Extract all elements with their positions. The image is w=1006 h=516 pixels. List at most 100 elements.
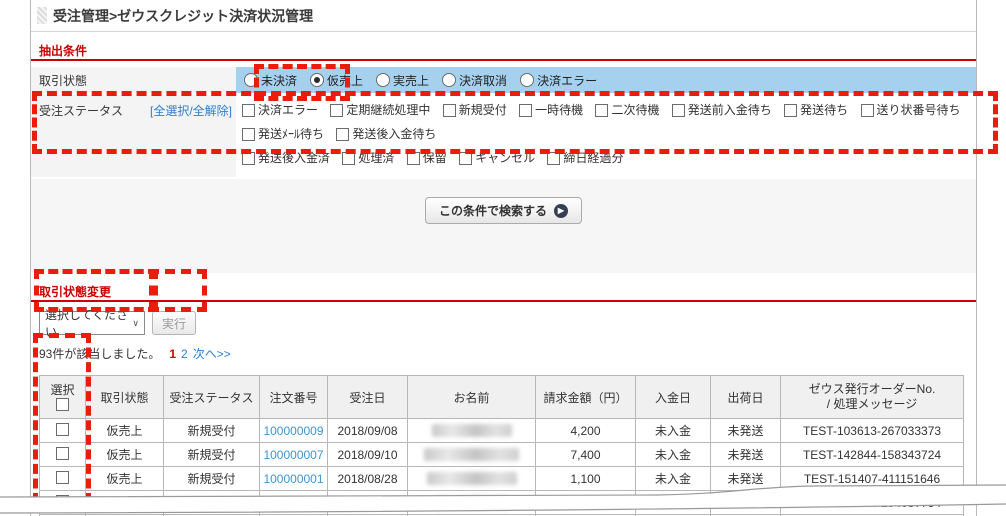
- select-all-checkbox[interactable]: [56, 397, 69, 411]
- checkbox-settlement-error[interactable]: 決済エラー: [242, 100, 318, 121]
- page-title-icon: [37, 7, 47, 24]
- checkbox-icon[interactable]: [784, 104, 798, 117]
- radio-actual-sales[interactable]: 実売上: [376, 72, 429, 89]
- checkbox-icon[interactable]: [860, 104, 874, 117]
- status-change-select[interactable]: 選択してください ∨: [39, 308, 145, 339]
- cell-payment-date: 未入金: [635, 418, 711, 443]
- checkbox-icon[interactable]: [547, 152, 561, 165]
- radio-unsettled[interactable]: 未決済: [244, 72, 297, 89]
- chevron-down-icon: ∨: [132, 317, 139, 328]
- section-divider: [31, 59, 976, 61]
- radio-selected-icon[interactable]: [310, 73, 325, 87]
- checkbox-recurring-processing[interactable]: 定期継続処理中: [330, 100, 430, 121]
- checkbox-icon[interactable]: [342, 152, 356, 165]
- cell-payment-date: 未入金: [635, 442, 711, 467]
- search-button-area: この条件で検索する ▶: [31, 179, 976, 273]
- checkbox-ship-wait[interactable]: 発送待ち: [784, 100, 848, 121]
- checkbox-tracking-number-wait[interactable]: 送り状番号待ち: [860, 100, 961, 121]
- row-checkbox[interactable]: [56, 446, 69, 460]
- checkbox-icon[interactable]: [406, 152, 420, 165]
- cell-order-date: 2018/09/10: [327, 442, 408, 467]
- checkbox-icon[interactable]: [459, 152, 473, 165]
- redacted-name-blur: [424, 448, 519, 461]
- content-frame: 受注管理>ゼウスクレジット決済状況管理 抽出条件 取引状態 未決済 仮売上 実売…: [30, 0, 977, 516]
- header-zeus: ゼウス発行オーダーNo. / 処理メッセージ: [780, 375, 964, 419]
- checkbox-line-2: 発送後入金済 処理済 保留 キャンセル 締日経過分: [242, 148, 976, 172]
- checkbox-icon[interactable]: [519, 104, 533, 117]
- checkbox-ship-mail-wait[interactable]: 発送ﾒｰﾙ待ち: [242, 124, 324, 145]
- table-row: 仮売上 新規受付 100000007 2018/09/10 7,400 未入金 …: [39, 442, 964, 467]
- header-transaction-status: 取引状態: [85, 375, 164, 419]
- checkbox-icon[interactable]: [595, 104, 609, 117]
- checkbox-post-ship-paid[interactable]: 発送後入金済: [242, 148, 330, 169]
- page-title: 受注管理>ゼウスクレジット決済状況管理: [53, 7, 314, 24]
- radio-icon[interactable]: [244, 73, 258, 87]
- pagination-current-page: 1: [169, 347, 177, 361]
- zeus-payment-status-page: 受注管理>ゼウスクレジット決済状況管理 抽出条件 取引状態 未決済 仮売上 実売…: [0, 0, 1006, 516]
- checkbox-icon[interactable]: [330, 104, 344, 117]
- cell-zeus-order-no: TEST-142844-158343724: [780, 442, 964, 467]
- checkbox-hold[interactable]: 保留: [406, 148, 447, 169]
- checkbox-icon[interactable]: [242, 104, 255, 117]
- checkbox-icon[interactable]: [671, 104, 685, 117]
- checkbox-icon[interactable]: [442, 104, 456, 117]
- header-name: お名前: [407, 375, 536, 419]
- order-status-row: 受注ステータス [全選択/全解除] 決済エラー 定期継続処理中 新規受付 一時待…: [31, 95, 976, 177]
- checkbox-secondary-wait[interactable]: 二次待機: [595, 100, 659, 121]
- cell-zeus-order-no: TEST-103613-267033373: [780, 418, 964, 443]
- cell-amount: 4,200: [535, 418, 636, 443]
- checkbox-processed[interactable]: 処理済: [342, 148, 394, 169]
- cell-amount: 7,400: [535, 442, 636, 467]
- order-number-link[interactable]: 100000009: [263, 424, 323, 438]
- header-select: 選択: [39, 375, 86, 419]
- select-all-clear-link[interactable]: [全選択/全解除]: [150, 102, 232, 119]
- order-status-label: 受注ステータス: [39, 104, 124, 118]
- cell-ship-date: 未発送: [710, 442, 781, 467]
- title-bar: 受注管理>ゼウスクレジット決済状況管理: [31, 0, 976, 32]
- header-order-date: 受注日: [327, 375, 408, 419]
- pagination-next-link[interactable]: 次へ>>: [193, 347, 231, 361]
- radio-icon[interactable]: [442, 73, 457, 87]
- execute-button[interactable]: 実行: [152, 311, 197, 335]
- checkbox-cancel[interactable]: キャンセル: [459, 148, 535, 169]
- header-order-status: 受注ステータス: [163, 375, 260, 419]
- row-checkbox[interactable]: [56, 422, 69, 436]
- checkbox-temporary-wait[interactable]: 一時待機: [519, 100, 583, 121]
- radio-settlement-error[interactable]: 決済エラー: [520, 72, 597, 89]
- table-row: 仮売上 新規受付 100000009 2018/09/08 4,200 未入金 …: [39, 418, 964, 443]
- table-header: 選択 取引状態 受注ステータス 注文番号 受注日 お名前 請求金額（円） 入金日…: [39, 375, 964, 419]
- filter-section-heading: 抽出条件: [39, 44, 88, 58]
- search-button[interactable]: この条件で検索する ▶: [424, 197, 582, 224]
- checkbox-pre-ship-payment-wait[interactable]: 発送前入金待ち: [671, 100, 772, 121]
- section-divider: [31, 300, 976, 302]
- transaction-status-options: 未決済 仮売上 実売上 決済取消 決済エラー: [236, 67, 976, 93]
- order-number-link[interactable]: 100000007: [263, 448, 323, 462]
- cell-name-redacted: [407, 442, 536, 467]
- checkbox-new-reception[interactable]: 新規受付: [442, 100, 507, 121]
- cell-transaction-status: 仮売上: [85, 442, 164, 467]
- pagination-page-2-link[interactable]: 2: [181, 347, 188, 361]
- header-order-number: 注文番号: [259, 375, 328, 419]
- cell-order-status: 新規受付: [163, 418, 260, 443]
- radio-icon[interactable]: [520, 73, 535, 87]
- arrow-circle-icon: ▶: [554, 203, 568, 218]
- header-ship-date: 出荷日: [710, 375, 781, 419]
- header-amount: 請求金額（円）: [535, 375, 636, 419]
- cell-transaction-status: 仮売上: [85, 418, 164, 443]
- checkbox-icon[interactable]: [242, 128, 255, 141]
- result-count-text: 93件が該当しました。: [39, 347, 161, 361]
- radio-icon[interactable]: [376, 73, 391, 87]
- checkbox-line-1: 決済エラー 定期継続処理中 新規受付 一時待機 二次待機 発送前入金待ち 発送待…: [242, 100, 976, 148]
- checkbox-icon[interactable]: [242, 152, 255, 165]
- checkbox-icon[interactable]: [336, 128, 350, 141]
- checkbox-closing-date-passed[interactable]: 締日経過分: [547, 148, 623, 169]
- header-payment-date: 入金日: [635, 375, 711, 419]
- radio-settlement-cancel[interactable]: 決済取消: [442, 72, 507, 89]
- cell-order-status: 新規受付: [163, 442, 260, 467]
- order-status-checkboxes: 決済エラー 定期継続処理中 新規受付 一時待機 二次待機 発送前入金待ち 発送待…: [236, 95, 976, 177]
- transaction-status-row: 取引状態 未決済 仮売上 実売上 決済取消 決済エラー: [31, 67, 976, 93]
- change-section-heading: 取引状態変更: [39, 285, 112, 299]
- checkbox-post-ship-payment-wait[interactable]: 発送後入金待ち: [336, 124, 436, 145]
- cell-name-redacted: [407, 418, 536, 443]
- radio-provisional-sales[interactable]: 仮売上: [310, 72, 363, 89]
